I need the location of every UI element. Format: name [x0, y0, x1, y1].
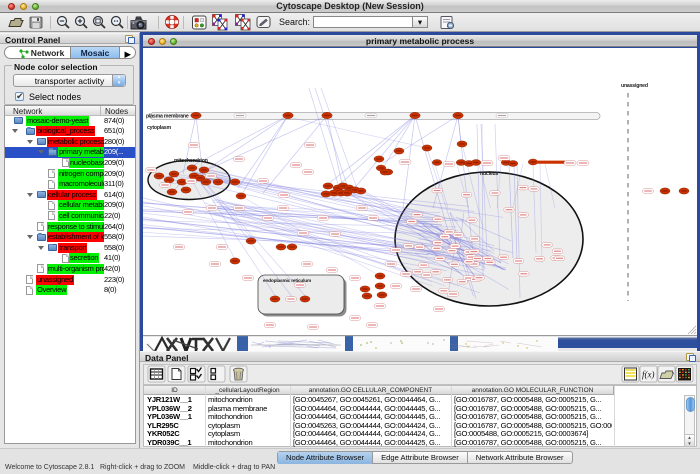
svg-text:unassigned: unassigned	[621, 83, 648, 89]
svg-text:mitochondrion: mitochondrion	[174, 158, 208, 164]
svg-text:endoplasmic reticulum: endoplasmic reticulum	[263, 278, 311, 284]
svg-text:f(x): f(x)	[642, 370, 655, 380]
svg-text:cytoplasm: cytoplasm	[147, 125, 171, 131]
svg-text:nucleus: nucleus	[480, 171, 499, 177]
svg-text:plasma membrane: plasma membrane	[146, 114, 189, 120]
